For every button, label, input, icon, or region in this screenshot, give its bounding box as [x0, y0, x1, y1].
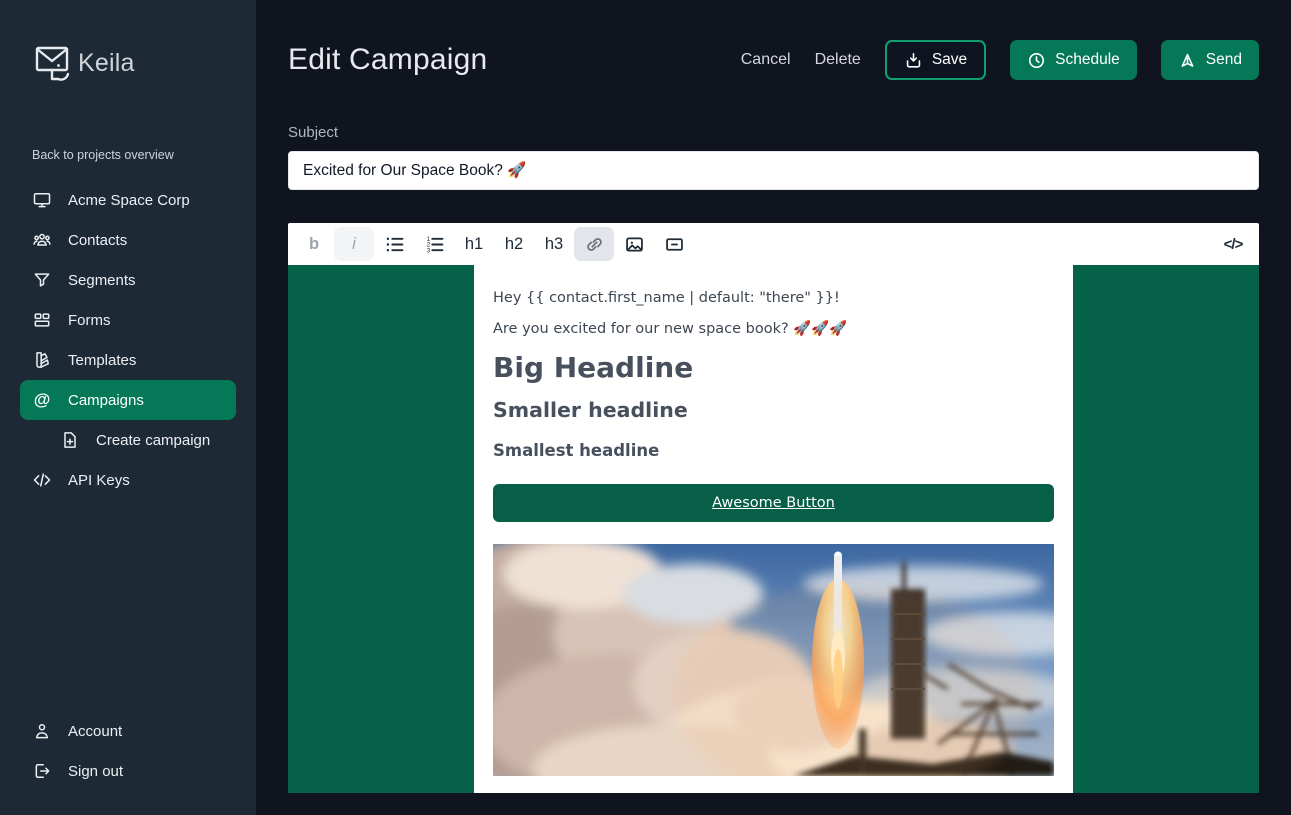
delete-button[interactable]: Delete	[815, 51, 861, 69]
button-block-button[interactable]	[654, 227, 694, 261]
email-greeting: Hey {{ contact.first_name | default: "th…	[493, 290, 840, 306]
editor-toolbar: b i 1 2 3 h1 h2 h3 </>	[288, 223, 1259, 265]
heading1-button[interactable]: h1	[454, 227, 494, 261]
user-icon	[35, 724, 49, 739]
button-block-icon	[665, 237, 683, 251]
bullet-list-button[interactable]	[374, 227, 414, 261]
sidebar-item-label: Acme Space Corp	[68, 191, 190, 209]
header: Edit Campaign Cancel Delete Save Schedul…	[288, 40, 1259, 80]
keila-logo[interactable]: Keila	[32, 40, 224, 86]
image-icon	[625, 237, 643, 251]
sidebar-item-templates[interactable]: Templates	[20, 340, 236, 380]
send-icon	[1181, 53, 1194, 67]
bullet-list-icon	[386, 237, 403, 251]
save-button[interactable]: Save	[884, 40, 987, 80]
app-root: Keila Back to projects overview Acme Spa…	[0, 0, 1291, 815]
sidebar-item-label: Segments	[68, 271, 136, 289]
sidebar-item-label: Account	[68, 722, 123, 740]
sidebar-item-api-keys[interactable]: API Keys	[20, 460, 236, 500]
back-to-projects-link[interactable]: Back to projects overview	[32, 148, 224, 162]
app-title: Keila	[78, 48, 135, 77]
sidebar-item-contacts[interactable]: Contacts	[20, 220, 236, 260]
sidebar-item-campaigns[interactable]: @ Campaigns	[20, 380, 236, 420]
link-icon	[586, 237, 602, 251]
sidebar-item-create-campaign[interactable]: Create campaign	[20, 420, 236, 460]
sidebar-item-account[interactable]: Account	[20, 711, 236, 751]
code-icon	[33, 473, 51, 487]
sidebar-item-label: Templates	[68, 351, 137, 369]
svg-text:3: 3	[426, 247, 430, 254]
sidebar-item-forms[interactable]: Forms	[20, 300, 236, 340]
link-button[interactable]	[574, 227, 614, 261]
sidebar-item-sign-out[interactable]: Sign out	[20, 751, 236, 791]
rocket-launch-image[interactable]	[493, 544, 1054, 777]
document-add-icon	[64, 432, 76, 448]
sidebar-item-segments[interactable]: Segments	[20, 260, 236, 300]
save-icon	[906, 52, 921, 68]
sidebar-item-label: Forms	[68, 311, 111, 329]
email-intro: Are you excited for our new space book? …	[493, 321, 848, 338]
users-icon	[33, 233, 51, 246]
html-source-button[interactable]: </>	[1213, 227, 1253, 261]
email-headline-big: Big Headline	[493, 351, 694, 385]
email-headline-smallest: Smallest headline	[493, 441, 660, 461]
ordered-list-icon: 1 2 3	[426, 236, 443, 254]
subject-label: Subject	[288, 124, 339, 141]
sidebar-nav: Acme Space Corp Contacts Segments Forms …	[20, 180, 236, 500]
italic-button[interactable]: i	[334, 227, 374, 261]
clock-icon	[1029, 52, 1045, 68]
schedule-button[interactable]: Schedule	[1010, 40, 1137, 80]
sidebar-footer: Account Sign out	[32, 711, 224, 791]
email-cta-button[interactable]: Awesome Button	[493, 484, 1054, 523]
at-sign-icon: @	[33, 390, 51, 409]
funnel-icon	[34, 273, 50, 287]
send-button[interactable]: Send	[1160, 40, 1259, 80]
monitor-icon	[33, 193, 51, 208]
keila-envelope-icon	[35, 46, 70, 81]
image-button[interactable]	[614, 227, 654, 261]
ordered-list-button[interactable]: 1 2 3	[414, 227, 454, 261]
subject-input[interactable]	[288, 151, 1259, 190]
sidebar-item-project[interactable]: Acme Space Corp	[20, 180, 236, 220]
sidebar-item-label: Create campaign	[96, 431, 211, 449]
templates-icon	[36, 352, 49, 368]
sidebar-item-label: Contacts	[68, 231, 128, 249]
layout-icon	[34, 313, 50, 327]
sidebar: Keila Back to projects overview Acme Spa…	[0, 0, 256, 815]
email-body[interactable]: Hey {{ contact.first_name | default: "th…	[474, 265, 1073, 793]
sign-out-icon	[35, 764, 50, 778]
email-headline-smaller: Smaller headline	[493, 398, 688, 423]
sidebar-item-label: API Keys	[68, 471, 130, 489]
email-editor-canvas[interactable]: Hey {{ contact.first_name | default: "th…	[288, 265, 1259, 793]
bold-button[interactable]: b	[294, 227, 334, 261]
sidebar-item-label: Campaigns	[68, 391, 144, 409]
page-title: Edit Campaign	[288, 43, 488, 76]
heading3-button[interactable]: h3	[534, 227, 574, 261]
heading2-button[interactable]: h2	[494, 227, 534, 261]
cancel-button[interactable]: Cancel	[741, 51, 791, 69]
header-actions: Cancel Delete Save Schedule Send	[741, 40, 1259, 80]
main-content: Edit Campaign Cancel Delete Save Schedul…	[256, 0, 1291, 815]
sidebar-item-label: Sign out	[68, 762, 124, 780]
